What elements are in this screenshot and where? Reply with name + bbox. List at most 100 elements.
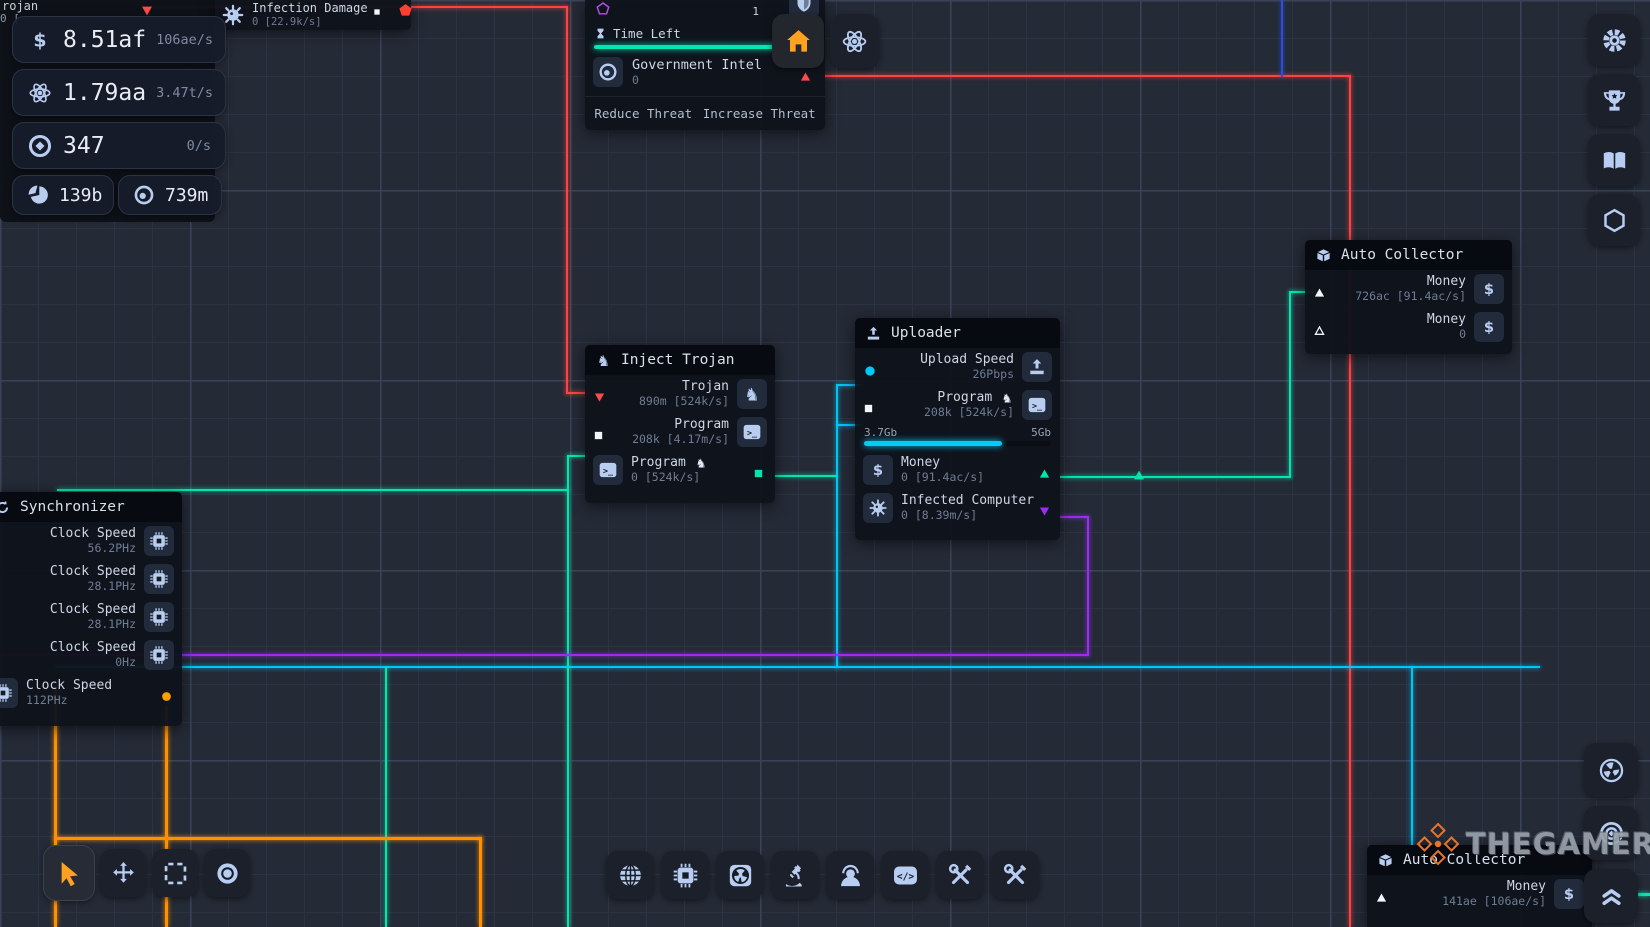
row-label: Clock Speed	[0, 564, 136, 580]
svg-text:$: $	[873, 462, 883, 479]
svg-text:>_: >_	[603, 466, 614, 476]
game-canvas[interactable]: rojan 0 [ Infection Damage 0 [22.9k/s] 1…	[0, 0, 1650, 927]
node-inject-trojan[interactable]: ♞ Inject Trojan Trojan 890m [524k/s] ♞ P…	[585, 345, 775, 503]
pinwheel-button[interactable]	[1584, 743, 1638, 797]
input-port-square[interactable]	[373, 5, 381, 13]
synchronizer-title: Synchronizer	[20, 499, 125, 515]
research-button[interactable]	[830, 14, 879, 68]
collector-icon	[1377, 852, 1394, 869]
row-label: Program	[615, 417, 729, 433]
trojan-icon: ♞	[595, 352, 612, 369]
government-partial-value: 1	[752, 5, 759, 18]
cooling-tab-button[interactable]	[716, 851, 764, 899]
row-value: 112PHz	[26, 694, 152, 708]
output-port-infected[interactable]	[1038, 501, 1052, 515]
upload-icon	[865, 325, 882, 342]
money-value: 8.51af	[63, 27, 146, 53]
row-value: 0 [8.39m/s]	[901, 509, 1030, 523]
research-tab-button[interactable]	[771, 851, 819, 899]
watermark-text: THEGAMER	[1466, 827, 1650, 861]
increase-threat-button[interactable]: Increase Threat	[703, 106, 816, 121]
input-port-program[interactable]	[593, 425, 607, 439]
uploader-header[interactable]: Uploader	[855, 318, 1060, 348]
clock-output-row: Clock Speed 112PHz	[0, 674, 182, 712]
svg-text:$: $	[1564, 886, 1574, 903]
network-tab-button[interactable]	[606, 851, 654, 899]
shards-counter: 139b	[12, 175, 114, 215]
hourglass-icon	[594, 27, 607, 40]
node-synchronizer[interactable]: Synchronizer Clock Speed 56.2PHz Clock S…	[0, 492, 182, 726]
node-uploader[interactable]: Uploader Upload Speed 26Pbps Program ♞ 2…	[855, 318, 1060, 540]
node-infection-damage[interactable]: Infection Damage 0 [22.9k/s]	[215, 0, 411, 30]
row-value: 56.2PHz	[0, 542, 136, 556]
program-input-row: Program 208k [4.17m/s] >_	[585, 413, 775, 451]
row-label: Clock Speed	[0, 526, 136, 542]
move-tool-button[interactable]	[100, 849, 146, 897]
svg-text:>_: >_	[747, 428, 758, 438]
svg-text:♞: ♞	[695, 456, 706, 470]
cpu-icon	[0, 683, 13, 703]
synchronizer-header[interactable]: Synchronizer	[0, 492, 182, 522]
input-port-program[interactable]	[863, 398, 877, 412]
wire-blue-vertical	[1281, 0, 1283, 77]
reduce-threat-button[interactable]: Reduce Threat	[594, 106, 692, 121]
dollar-icon: $	[1479, 317, 1499, 337]
guide-button[interactable]	[1588, 134, 1640, 186]
settings-button[interactable]	[1588, 14, 1640, 66]
hacker-tab-button[interactable]	[826, 851, 874, 899]
hacker-icon	[837, 862, 864, 889]
marquee-tool-button[interactable]	[152, 849, 198, 897]
progress-current: 3.7Gb	[864, 426, 897, 439]
row-label: Infected Computer	[901, 493, 1030, 509]
select-tool-button[interactable]	[44, 846, 94, 900]
wire-purple-stub	[1060, 516, 1089, 518]
terminal-icon: >_	[598, 460, 618, 480]
input-port-money[interactable]	[1313, 282, 1327, 296]
output-port-red[interactable]	[140, 0, 154, 14]
circle-tool-button[interactable]	[204, 849, 250, 897]
wire-teal-money-vertical	[1289, 292, 1291, 478]
auto-collector-header[interactable]: Auto Collector	[1305, 240, 1512, 270]
intel-value: 0	[632, 74, 762, 88]
hexagon-icon	[1601, 207, 1628, 234]
bullseye-icon	[27, 133, 53, 159]
wire-orange-horizontal	[54, 837, 482, 840]
collapse-button[interactable]	[1584, 869, 1638, 923]
svg-text:♞: ♞	[1002, 391, 1013, 405]
row-value: 0	[1335, 328, 1466, 342]
move-icon	[110, 860, 137, 887]
pentagon-icon	[595, 1, 611, 17]
output-port-money[interactable]	[1038, 463, 1052, 477]
money-input-row: Money 726ac [91.4ac/s] $	[1305, 270, 1512, 308]
row-label: Program	[937, 390, 992, 405]
hardware-tab-button[interactable]	[661, 851, 709, 899]
shards-value: 139b	[59, 185, 102, 206]
input-port-money[interactable]	[1375, 887, 1389, 901]
cpu-iconbox	[0, 678, 18, 708]
inject-trojan-header[interactable]: ♞ Inject Trojan	[585, 345, 775, 375]
row-label: Trojan	[615, 379, 729, 395]
input-port-trojan[interactable]	[593, 387, 607, 401]
output-port-threat[interactable]	[799, 66, 813, 80]
input-port-money[interactable]	[1313, 320, 1327, 334]
cpu-icon	[149, 531, 169, 551]
row-value: 0 [91.4ac/s]	[901, 471, 1030, 485]
output-port-clock[interactable]	[160, 686, 174, 700]
tools-tab-button[interactable]	[936, 851, 984, 899]
output-port-pentagon[interactable]	[397, 2, 414, 19]
cursor-icon	[55, 859, 84, 888]
hexagon-button[interactable]	[1588, 194, 1640, 246]
tools-alt-tab-button[interactable]	[991, 851, 1039, 899]
output-port-program[interactable]	[753, 463, 767, 477]
node-auto-collector-top[interactable]: Auto Collector Money 726ac [91.4ac/s] $ …	[1305, 240, 1512, 354]
knight-icon: ♞	[1000, 391, 1014, 405]
row-value: 28.1PHz	[0, 580, 136, 594]
wire-teal-money-horizontal	[1060, 476, 1291, 478]
row-label: Money	[901, 455, 1030, 471]
home-button[interactable]	[772, 14, 824, 68]
input-port-speed[interactable]	[863, 360, 877, 374]
achievements-button[interactable]	[1588, 74, 1640, 126]
atom-icon	[27, 80, 53, 106]
code-tab-button[interactable]: </>	[881, 851, 929, 899]
row-label: Money	[1335, 312, 1466, 328]
